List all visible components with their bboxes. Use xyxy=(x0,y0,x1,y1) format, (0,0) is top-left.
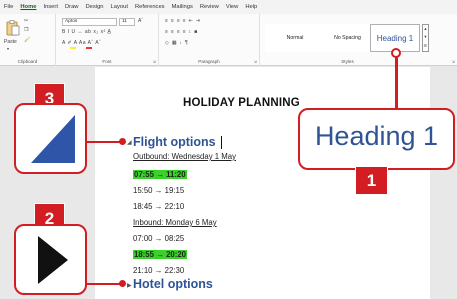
menu-insert[interactable]: Insert xyxy=(43,4,58,10)
callout-1-number: 1 xyxy=(355,166,388,195)
menu-bar: File Home Insert Draw Design Layout Refe… xyxy=(0,0,457,14)
menu-review[interactable]: Review xyxy=(200,4,219,10)
scroll-up-icon[interactable]: ▲ xyxy=(424,26,428,31)
clipboard-label: Clipboard xyxy=(17,59,38,64)
align-buttons-row[interactable]: ≡ ≡ ≡ ≡ ↕ ■ xyxy=(165,29,198,35)
menu-mailings[interactable]: Mailings xyxy=(172,4,193,10)
menu-file[interactable]: File xyxy=(4,4,13,10)
inbound-time-1[interactable]: 07:00 → 08:25 xyxy=(133,234,184,243)
font-color-swatch xyxy=(86,47,92,49)
copy-icon[interactable]: ❐ xyxy=(24,27,28,33)
menu-layout[interactable]: Layout xyxy=(111,4,128,10)
styles-group: Normal No Spacing Heading 1 ▲ ▼ ☰ Styles… xyxy=(260,14,457,66)
menu-references[interactable]: References xyxy=(135,4,165,10)
paragraph-group: ≡ ≡ ≡ ≡ ⇤ ⇥ ≡ ≡ ≡ ≡ ↕ ■ ◇ ▦ ↓ ¶ Paragrap… xyxy=(159,14,260,66)
callout-1-connector xyxy=(395,57,398,109)
style-normal[interactable]: Normal xyxy=(265,24,325,52)
more-styles-icon[interactable]: ☰ xyxy=(424,43,428,48)
text-cursor xyxy=(221,136,222,149)
paragraph-launcher-icon[interactable]: ⇲ xyxy=(254,59,257,64)
styles-label: Styles xyxy=(341,59,354,64)
callout-3-box xyxy=(14,103,87,174)
styles-launcher-icon[interactable]: ⇲ xyxy=(452,59,455,64)
paragraph-label: Paragraph xyxy=(198,59,220,64)
style-no-spacing[interactable]: No Spacing xyxy=(325,24,370,52)
callout-2-box xyxy=(14,224,87,295)
highlighted-time: 07:55 → 11:20 xyxy=(133,170,187,179)
font-name-box[interactable]: Aptos xyxy=(62,18,117,26)
collapse-triangle-large-icon xyxy=(31,115,75,163)
font-size-box[interactable]: 11 xyxy=(119,18,135,26)
inbound-time-3[interactable]: 21:10 → 22:30 xyxy=(133,266,184,275)
callout-2-dot xyxy=(119,280,126,287)
callout-2-connector xyxy=(87,283,123,285)
outbound-time-1[interactable]: 07:55 → 11:20 xyxy=(133,170,187,179)
menu-home[interactable]: Home xyxy=(20,4,36,10)
format-painter-icon[interactable]: 🖌 xyxy=(24,37,30,43)
paste-label[interactable]: Paste xyxy=(4,39,17,45)
highlight-color-swatch xyxy=(70,47,76,49)
clipboard-group: Paste ▾ ✂ ❐ 🖌 Clipboard xyxy=(0,14,56,66)
callout-3-connector xyxy=(87,141,123,143)
list-buttons-row[interactable]: ≡ ≡ ≡ ≡ ⇤ ⇥ xyxy=(165,18,201,24)
outbound-time-2[interactable]: 15:50 → 19:15 xyxy=(133,186,184,195)
callout-3-dot xyxy=(119,138,126,145)
expand-triangle-icon[interactable]: ▶ xyxy=(127,282,132,289)
font-group: Aptos 11 Aˆ B I U ↔ ab x₂ x² A̲ A ✐ A Aa… xyxy=(56,14,159,66)
outbound-time-3[interactable]: 18:45 → 22:10 xyxy=(133,202,184,211)
heading-flight-options[interactable]: Flight options xyxy=(133,135,216,149)
font-format-row[interactable]: B I U ↔ ab x₂ x² A̲ xyxy=(62,29,111,35)
menu-view[interactable]: View xyxy=(226,4,238,10)
styles-scroll[interactable]: ▲ ▼ ☰ xyxy=(422,24,429,52)
collapse-triangle-icon[interactable]: ◢ xyxy=(127,139,132,146)
ribbon: Paste ▾ ✂ ❐ 🖌 Clipboard Aptos 11 Aˆ B I … xyxy=(0,14,457,66)
font-effects-row[interactable]: A ✐ A Aa Aˆ Aˇ xyxy=(62,40,101,46)
paste-icon[interactable] xyxy=(6,20,20,36)
menu-help[interactable]: Help xyxy=(245,4,257,10)
grow-font-icon[interactable]: Aˆ xyxy=(138,18,143,24)
heading-hotel-options[interactable]: Hotel options xyxy=(133,277,213,291)
font-launcher-icon[interactable]: ⇲ xyxy=(153,59,156,64)
scroll-down-icon[interactable]: ▼ xyxy=(424,34,428,39)
document-title: HOLIDAY PLANNING xyxy=(183,97,300,109)
outbound-label[interactable]: Outbound: Wednesday 1 May xyxy=(133,152,236,161)
inbound-time-2[interactable]: 18:55 → 20:20 xyxy=(133,250,188,259)
callout-1-box: Heading 1 xyxy=(298,108,455,170)
menu-design[interactable]: Design xyxy=(85,4,103,10)
cut-icon[interactable]: ✂ xyxy=(24,18,28,24)
callout-1-text: Heading 1 xyxy=(314,121,439,151)
highlighted-time: 18:55 → 20:20 xyxy=(133,250,188,259)
expand-triangle-large-icon xyxy=(38,236,68,284)
chevron-down-icon[interactable]: ▾ xyxy=(7,46,9,51)
inbound-label[interactable]: Inbound: Monday 6 May xyxy=(133,218,217,227)
menu-draw[interactable]: Draw xyxy=(65,4,79,10)
font-label: Font xyxy=(102,59,112,64)
shading-buttons-row[interactable]: ◇ ▦ ↓ ¶ xyxy=(165,40,189,46)
